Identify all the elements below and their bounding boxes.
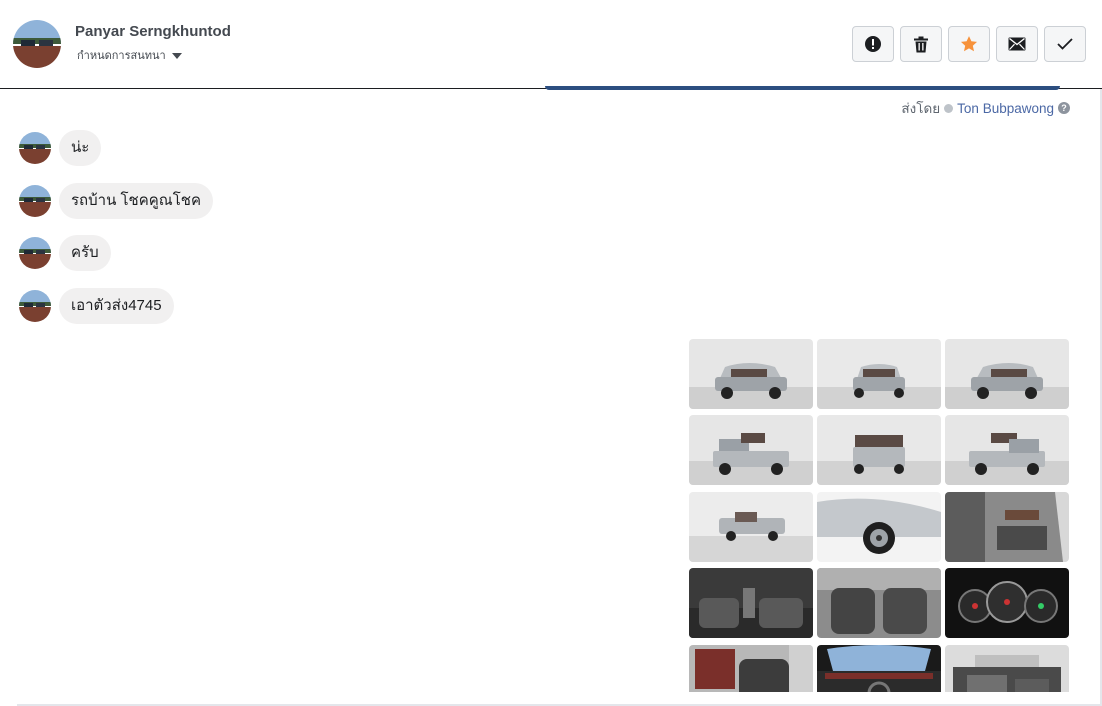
caret-down-icon: [171, 52, 182, 59]
sender-avatar[interactable]: [19, 237, 51, 269]
previous-message-bubble-edge: [545, 86, 1060, 90]
photo-gallery: [689, 339, 1069, 692]
car-photo-thumbnail[interactable]: [689, 568, 813, 638]
delete-button[interactable]: [900, 26, 942, 62]
check-icon: [1057, 38, 1073, 50]
car-photo-thumbnail[interactable]: [689, 339, 813, 409]
sender-avatar[interactable]: [19, 290, 51, 322]
car-photo-thumbnail[interactable]: [945, 645, 1069, 692]
trash-icon: [914, 36, 928, 52]
agent-name-link[interactable]: Ton Bubpawong: [957, 101, 1054, 116]
conversation-header: Panyar Serngkhuntod กำหนดการสนทนา: [0, 0, 1102, 89]
help-icon[interactable]: ?: [1058, 102, 1070, 114]
contact-avatar[interactable]: [13, 20, 61, 68]
message-row: เอาตัวส่ง4745: [19, 288, 174, 324]
sender-avatar[interactable]: [19, 185, 51, 217]
sender-avatar[interactable]: [19, 132, 51, 164]
message-row: ครับ: [19, 235, 111, 271]
mark-done-button[interactable]: [1044, 26, 1086, 62]
alert-icon: [865, 36, 881, 52]
car-photo-thumbnail[interactable]: [817, 415, 941, 485]
car-photo-thumbnail[interactable]: [945, 339, 1069, 409]
message-bubble: เอาตัวส่ง4745: [59, 288, 174, 324]
message-bubble: ครับ: [59, 235, 111, 271]
conversation-toolbar: [852, 26, 1086, 62]
message-row: น่ะ: [19, 130, 102, 166]
contact-name: Panyar Serngkhuntod: [75, 23, 231, 40]
star-icon: [960, 36, 978, 52]
message-bubble: น่ะ: [59, 130, 102, 166]
car-photo-thumbnail[interactable]: [817, 568, 941, 638]
car-photo-thumbnail[interactable]: [817, 645, 941, 692]
car-photo-thumbnail[interactable]: [945, 492, 1069, 562]
car-photo-thumbnail[interactable]: [945, 415, 1069, 485]
envelope-icon: [1008, 37, 1026, 51]
car-photo-thumbnail[interactable]: [817, 492, 941, 562]
sent-by-line: ส่งโดย Ton Bubpawong ?: [901, 97, 1070, 119]
conversation-status-dropdown[interactable]: กำหนดการสนทนา: [77, 46, 182, 64]
message-row: รถบ้าน โชคคูณโชค: [19, 183, 213, 219]
mark-unread-button[interactable]: [996, 26, 1038, 62]
car-photo-thumbnail[interactable]: [689, 645, 813, 692]
mark-spam-button[interactable]: [852, 26, 894, 62]
car-photo-thumbnail[interactable]: [817, 339, 941, 409]
star-button[interactable]: [948, 26, 990, 62]
car-photo-thumbnail[interactable]: [945, 568, 1069, 638]
car-photo-thumbnail[interactable]: [689, 492, 813, 562]
verified-icon: [944, 103, 954, 113]
car-photo-thumbnail[interactable]: [689, 415, 813, 485]
sent-by-prefix: ส่งโดย: [901, 101, 941, 116]
message-bubble: รถบ้าน โชคคูณโชค: [59, 183, 213, 219]
conversation-status-label: กำหนดการสนทนา: [77, 50, 166, 62]
